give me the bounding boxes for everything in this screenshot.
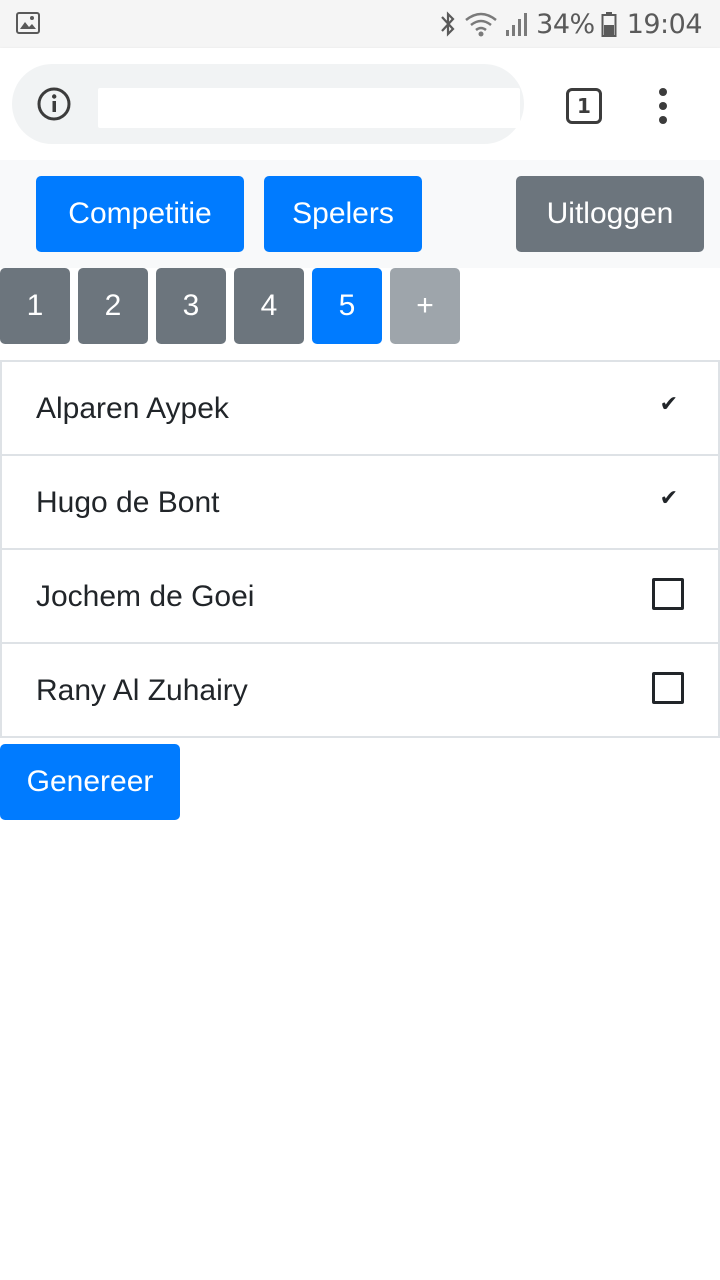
list-item[interactable]: Rany Al Zuhairy bbox=[0, 642, 720, 738]
info-icon[interactable] bbox=[36, 86, 72, 122]
genereer-button[interactable]: Genereer bbox=[0, 744, 180, 820]
checkmark-icon[interactable]: ✔ bbox=[660, 392, 678, 417]
browser-toolbar: 1 bbox=[0, 48, 720, 160]
signal-icon bbox=[506, 13, 528, 36]
list-item[interactable]: Alparen Aypek ✔ bbox=[0, 360, 720, 456]
tab-switcher-button[interactable]: 1 bbox=[566, 88, 602, 124]
add-round-button[interactable]: + bbox=[390, 268, 460, 344]
player-name: Hugo de Bont bbox=[36, 486, 220, 519]
player-checkbox[interactable] bbox=[652, 578, 684, 610]
list-item[interactable]: Hugo de Bont ✔ bbox=[0, 454, 720, 550]
gallery-icon bbox=[16, 12, 40, 34]
competitie-button[interactable]: Competitie bbox=[36, 176, 244, 252]
wifi-icon bbox=[465, 12, 497, 37]
checkmark-icon[interactable]: ✔ bbox=[660, 486, 678, 511]
battery-icon bbox=[601, 12, 617, 37]
spelers-button[interactable]: Spelers bbox=[264, 176, 422, 252]
status-bar: 34% 19:04 bbox=[0, 0, 720, 48]
uitloggen-button[interactable]: Uitloggen bbox=[516, 176, 704, 252]
url-field[interactable] bbox=[98, 88, 520, 128]
player-name: Alparen Aypek bbox=[36, 392, 229, 425]
overflow-menu-icon[interactable] bbox=[648, 86, 680, 126]
round-button-1[interactable]: 1 bbox=[0, 268, 70, 344]
clock: 19:04 bbox=[626, 8, 703, 40]
list-item[interactable]: Jochem de Goei bbox=[0, 548, 720, 644]
bluetooth-icon bbox=[441, 11, 455, 37]
player-name: Rany Al Zuhairy bbox=[36, 674, 248, 707]
battery-percent: 34% bbox=[536, 8, 595, 40]
round-button-2[interactable]: 2 bbox=[78, 268, 148, 344]
round-button-4[interactable]: 4 bbox=[234, 268, 304, 344]
player-checkbox[interactable] bbox=[652, 672, 684, 704]
round-button-3[interactable]: 3 bbox=[156, 268, 226, 344]
round-button-5[interactable]: 5 bbox=[312, 268, 382, 344]
player-list: Alparen Aypek ✔ Hugo de Bont ✔ Jochem de… bbox=[0, 360, 720, 738]
app-navbar: Competitie Spelers Uitloggen bbox=[0, 160, 720, 268]
player-name: Jochem de Goei bbox=[36, 580, 255, 613]
address-bar[interactable] bbox=[12, 64, 524, 144]
